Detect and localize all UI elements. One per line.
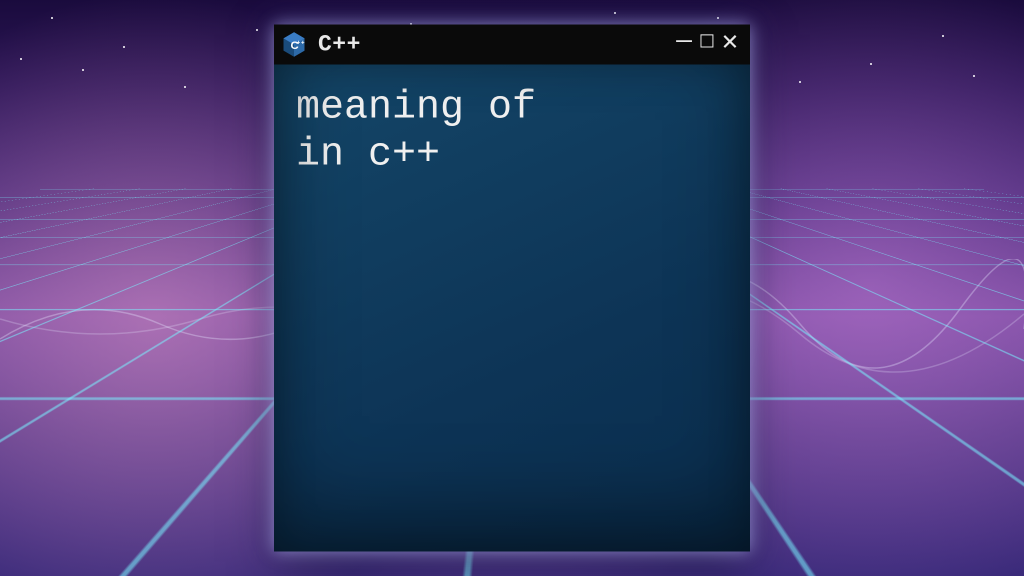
window-title: C++	[318, 32, 361, 58]
terminal-content: meaning of in c++	[296, 85, 728, 179]
svg-text:+: +	[297, 40, 301, 47]
window-controls: — ☐ ✕	[674, 32, 740, 58]
minimize-button[interactable]: —	[674, 28, 694, 54]
terminal-body: meaning of in c++	[274, 65, 750, 552]
titlebar-left: C + + C++	[280, 31, 361, 59]
svg-text:+: +	[301, 40, 305, 47]
cpp-icon: C + +	[280, 31, 308, 59]
terminal-window: C + + C++ — ☐ ✕ meaning of in c++	[274, 25, 750, 552]
titlebar[interactable]: C + + C++ — ☐ ✕	[274, 25, 750, 65]
close-button[interactable]: ✕	[720, 34, 740, 56]
maximize-button[interactable]: ☐	[697, 35, 717, 53]
